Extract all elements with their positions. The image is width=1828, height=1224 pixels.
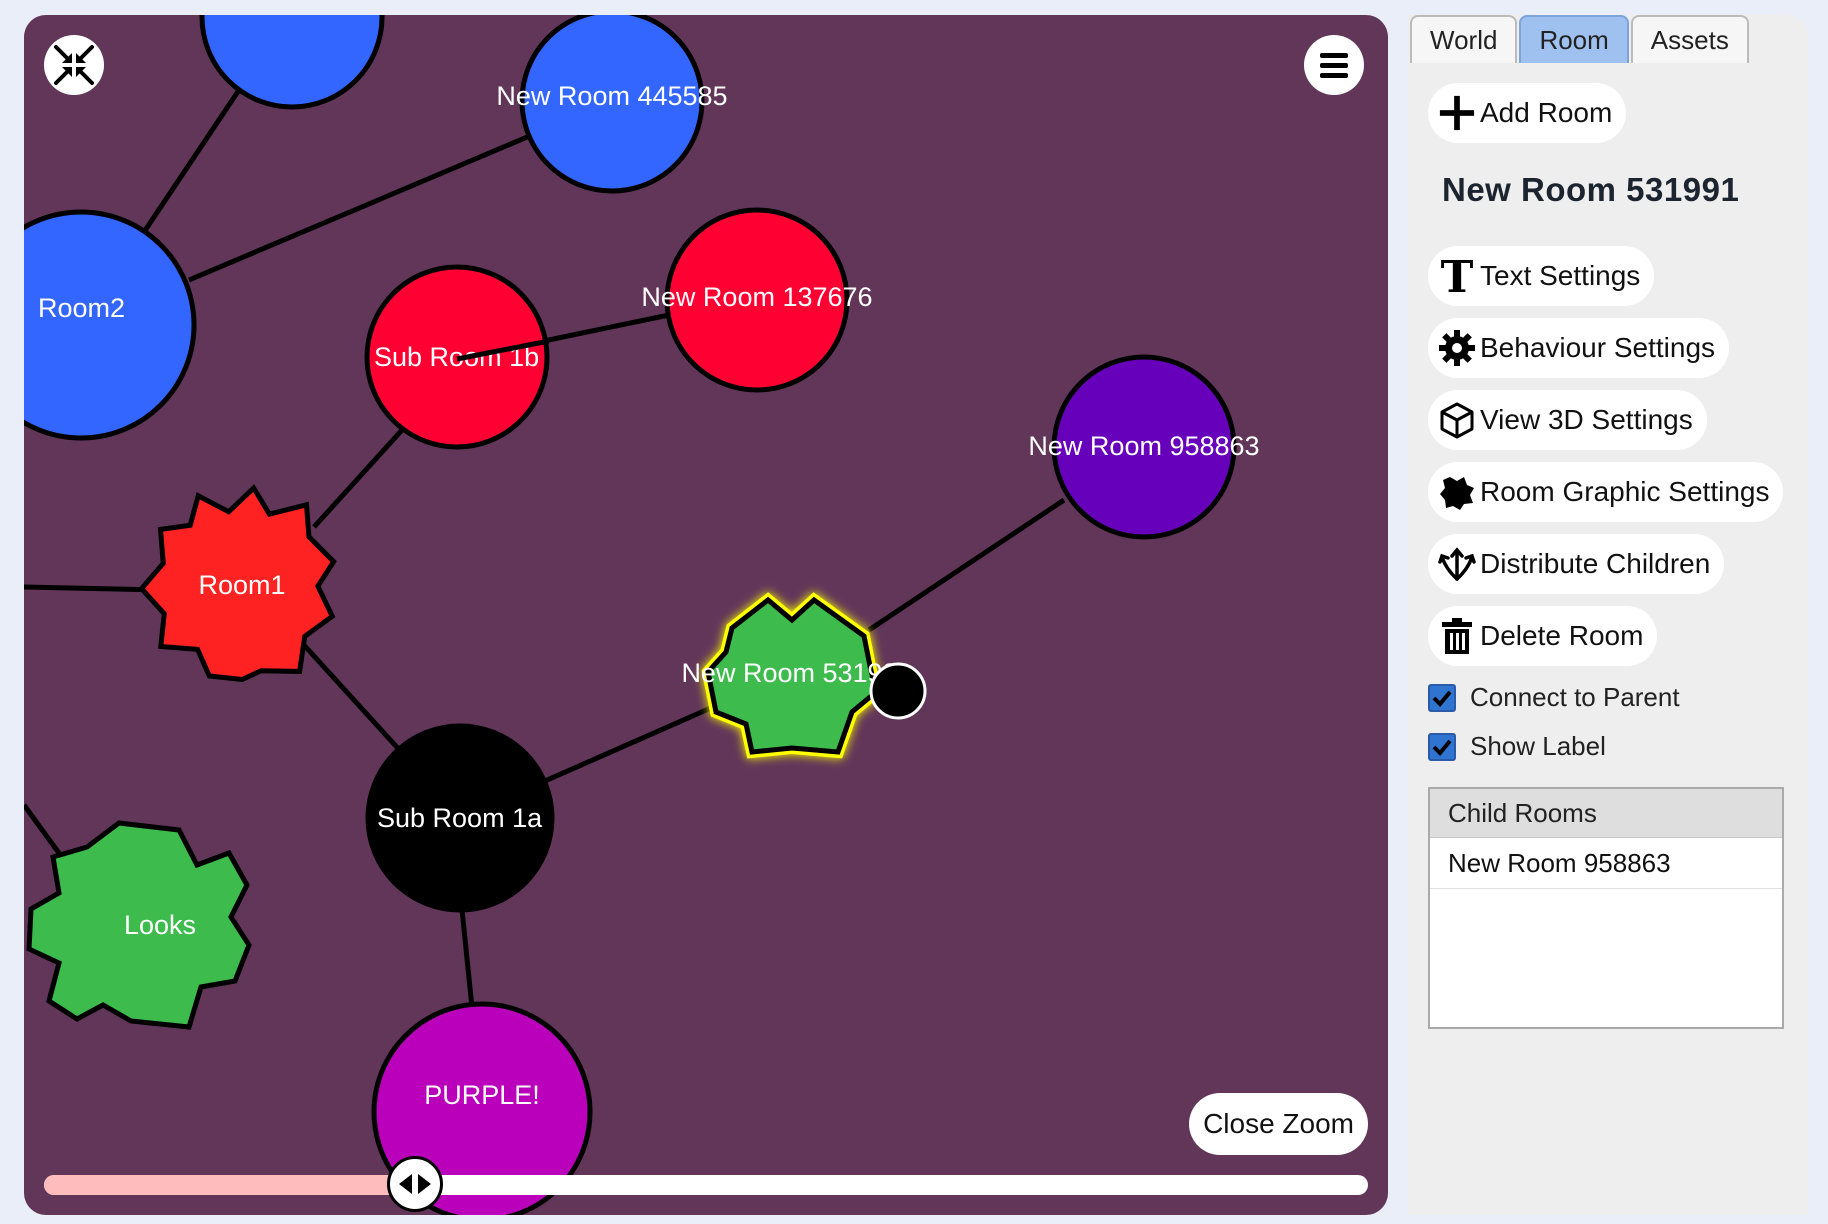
room-label: New Room 137676 [641, 282, 872, 312]
distribute-children-label: Distribute Children [1480, 548, 1711, 579]
child-rooms-header: Child Rooms [1430, 789, 1782, 838]
show-label-label: Show Label [1470, 731, 1606, 761]
drag-handle[interactable] [869, 662, 927, 720]
room-inspector-panel: World Room Assets Add Room New Room 5319… [1408, 15, 1808, 1215]
plus-icon [1438, 94, 1476, 132]
svg-text:T: T [1441, 256, 1474, 296]
text-settings-button[interactable]: T Text Settings [1428, 246, 1655, 306]
text-t-icon: T [1438, 256, 1476, 296]
room-node-room2[interactable]: Room2 [24, 209, 197, 441]
add-room-button[interactable]: Add Room [1428, 83, 1627, 143]
room-graphic-settings-label: Room Graphic Settings [1480, 476, 1770, 507]
checkbox-checked-icon[interactable] [1428, 732, 1456, 761]
tab-room[interactable]: Room [1519, 15, 1629, 63]
child-rooms-list: Child Rooms New Room 958863 [1428, 787, 1784, 1029]
zoom-slider-handle[interactable] [386, 1156, 443, 1212]
room-node-sub-room-1a[interactable]: Sub Room 1a [365, 723, 555, 913]
zoom-slider-fill [44, 1175, 415, 1195]
tab-assets[interactable]: Assets [1630, 15, 1749, 63]
add-room-label: Add Room [1480, 97, 1613, 128]
behaviour-settings-label: Behaviour Settings [1480, 332, 1716, 363]
behaviour-settings-button[interactable]: Behaviour Settings [1428, 318, 1730, 378]
room-title: New Room 531991 [1442, 171, 1740, 208]
connection-line [867, 497, 1066, 633]
checkbox-checked-icon[interactable] [1428, 683, 1456, 712]
tab-world[interactable]: World [1410, 15, 1518, 63]
close-zoom-button[interactable]: Close Zoom [1189, 1093, 1368, 1155]
room-node-137676[interactable]: New Room 137676 [641, 207, 873, 393]
connect-to-parent-label: Connect to Parent [1470, 682, 1680, 712]
room-map[interactable]: New Room 445585 Room2 New Room 137676 Su… [24, 15, 1388, 1215]
room-graphic-settings-button[interactable]: Room Graphic Settings [1428, 462, 1784, 522]
gear-shape-icon [1438, 473, 1476, 511]
room-node-445585[interactable]: New Room 445585 [496, 15, 728, 194]
collapse-arrows-icon [54, 45, 94, 85]
room-label: New Room 445585 [496, 81, 727, 111]
left-right-arrows-icon [398, 1174, 431, 1194]
connection-line [139, 88, 242, 237]
room-label: Looks [124, 910, 196, 940]
room-node-top-blue[interactable] [199, 15, 385, 110]
view-3d-settings-button[interactable]: View 3D Settings [1428, 390, 1707, 450]
connect-to-parent-checkbox[interactable]: Connect to Parent [1428, 682, 1680, 713]
room-node-looks[interactable]: Looks [26, 820, 252, 1030]
gear-icon [1438, 329, 1476, 367]
text-settings-label: Text Settings [1480, 260, 1641, 291]
child-room-item[interactable]: New Room 958863 [1430, 838, 1782, 889]
room-map-canvas[interactable]: New Room 445585 Room2 New Room 137676 Su… [24, 15, 1388, 1215]
trash-icon [1438, 617, 1476, 655]
tab-bar: World Room Assets [1410, 15, 1751, 63]
room-node-sub-room-1b[interactable]: Sub Room 1b [364, 264, 550, 450]
room-label: Room2 [38, 293, 125, 323]
room-node-531991-selected[interactable]: New Room 531991 [681, 592, 927, 759]
zoom-slider[interactable] [44, 1156, 1368, 1212]
view-3d-settings-label: View 3D Settings [1480, 404, 1693, 435]
connection-line [24, 803, 67, 862]
delete-room-label: Delete Room [1480, 620, 1644, 651]
collapse-button[interactable] [44, 35, 104, 95]
connection-line [188, 132, 533, 283]
room-label: Room1 [198, 570, 285, 600]
connection-line [312, 428, 404, 529]
room-node-958863[interactable]: New Room 958863 [1028, 354, 1260, 540]
show-label-checkbox[interactable]: Show Label [1428, 731, 1606, 762]
room-label: New Room 958863 [1028, 431, 1259, 461]
distribute-icon [1438, 545, 1476, 583]
hamburger-menu-icon [1320, 53, 1348, 78]
menu-button[interactable] [1304, 35, 1364, 95]
cube-icon [1438, 401, 1476, 439]
distribute-children-button[interactable]: Distribute Children [1428, 534, 1725, 594]
room-label: PURPLE! [424, 1080, 540, 1110]
room-label: Sub Room 1a [377, 803, 543, 833]
delete-room-button[interactable]: Delete Room [1428, 606, 1658, 666]
connection-line [302, 643, 406, 757]
